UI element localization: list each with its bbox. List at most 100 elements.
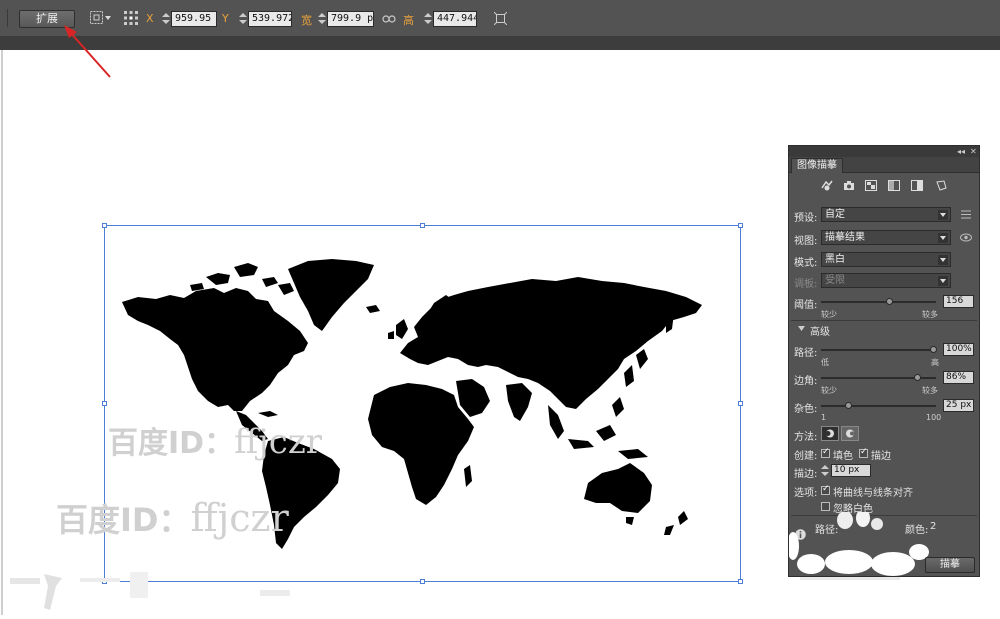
mode-dropdown-caret-icon[interactable]	[938, 255, 948, 265]
noise-value-field[interactable]: 25 px	[943, 399, 974, 412]
ignore-white-checkbox[interactable]	[821, 502, 830, 511]
watermark-2: 百度ID：ffjczr	[56, 495, 289, 541]
high-color-camera-icon[interactable]	[843, 180, 855, 191]
close-panel-icon[interactable]: ✕	[970, 146, 977, 157]
mode-value: 黑白	[825, 254, 845, 265]
collapse-panel-icon[interactable]: ◂◂	[957, 146, 965, 157]
noise-min-label: 1	[821, 413, 827, 422]
stroke-width-field[interactable]: 10 px	[831, 464, 871, 477]
view-label: 视图:	[794, 236, 818, 247]
height-input[interactable]: 447.944	[433, 11, 477, 27]
height-label: 高	[403, 14, 414, 27]
paths-slider-knob[interactable]	[930, 346, 937, 353]
advanced-disclosure-triangle-icon[interactable]	[798, 326, 805, 331]
control-bar-gripper	[0, 9, 8, 27]
watermark-2-id: ffjczr	[190, 496, 289, 540]
y-input[interactable]: 539.972	[248, 11, 292, 27]
noise-max-label: 100	[926, 413, 942, 422]
preset-select[interactable]: 自定	[821, 207, 951, 222]
preset-dropdown-caret-icon[interactable]	[938, 210, 948, 220]
resize-handle-left[interactable]	[102, 401, 107, 406]
preset-label: 预设:	[794, 213, 818, 224]
y-spinner-icon[interactable]	[239, 12, 247, 26]
resize-handle-top-right[interactable]	[738, 223, 743, 228]
noise-slider-knob[interactable]	[845, 402, 852, 409]
mode-select[interactable]: 黑白	[821, 252, 951, 267]
low-color-grid-icon[interactable]	[865, 180, 877, 191]
width-input[interactable]: 799.9 px	[327, 11, 374, 27]
view-dropdown-caret-icon[interactable]	[938, 233, 948, 243]
paths-label: 路径:	[794, 348, 818, 359]
artboard-edge	[1, 50, 3, 615]
mode-label: 模式:	[794, 258, 818, 269]
palette-value: 受限	[825, 275, 845, 286]
reference-point-icon[interactable]	[124, 11, 138, 25]
width-label: 宽	[301, 14, 312, 27]
paths-slider-track[interactable]	[821, 349, 936, 351]
method-abutting-icon[interactable]	[821, 426, 839, 441]
threshold-value-field[interactable]: 156	[943, 295, 974, 308]
constrain-proportions-link-icon[interactable]	[382, 13, 396, 25]
fill-checkbox[interactable]	[821, 447, 830, 458]
document-tab-strip	[0, 37, 1000, 50]
x-input[interactable]: 959.95 px	[171, 11, 217, 27]
image-trace-panel: ◂◂ ✕ 图像描摹 预设: 自定 视图: 描摹结果 模式: 黑白 调板: 受限 …	[788, 145, 980, 577]
palette-dropdown-caret-icon	[938, 276, 948, 286]
corners-slider-knob[interactable]	[914, 374, 921, 381]
palette-label: 调板:	[794, 279, 818, 290]
panel-tab-row: 图像描摹	[789, 157, 979, 173]
corners-max-label: 较多	[922, 386, 938, 395]
threshold-slider-track[interactable]	[821, 301, 936, 303]
view-value: 描摹结果	[825, 232, 865, 243]
watermark-1: 百度ID：ffjczr	[108, 418, 322, 462]
view-select[interactable]: 描摹结果	[821, 230, 951, 245]
threshold-slider-knob[interactable]	[886, 298, 893, 305]
advanced-divider	[791, 320, 977, 321]
palette-select: 受限	[821, 273, 951, 288]
transform-icon[interactable]	[494, 12, 507, 25]
watermark-1-id: ffjczr	[234, 422, 322, 462]
stroke-width-label: 描边:	[794, 469, 818, 480]
align-dropdown-caret-icon[interactable]	[105, 16, 111, 20]
corners-value-field[interactable]: 86%	[943, 371, 974, 384]
threshold-min-label: 较少	[821, 310, 837, 319]
illustrator-window: 扩展 X 959.95 px Y 539.972 宽 799.9 px	[0, 0, 1000, 619]
method-label: 方法:	[794, 432, 818, 443]
resize-handle-top-left[interactable]	[102, 223, 107, 228]
advanced-label[interactable]: 高级	[810, 323, 830, 338]
snap-curves-checkbox[interactable]	[821, 484, 830, 495]
stroke-checkbox[interactable]	[859, 447, 868, 458]
eye-icon[interactable]	[960, 233, 972, 242]
preset-menu-icon[interactable]	[961, 210, 971, 219]
threshold-max-label: 较多	[922, 310, 938, 319]
watermark-2-prefix: 百度ID：	[56, 501, 191, 539]
x-spinner-icon[interactable]	[162, 12, 170, 26]
noise-label: 杂色:	[794, 404, 818, 415]
corners-min-label: 较少	[821, 386, 837, 395]
grayscale-icon[interactable]	[888, 180, 900, 191]
fill-checkbox-label: 填色	[833, 451, 853, 462]
paths-max-label: 高	[931, 358, 939, 367]
snap-curves-label: 将曲线与线条对齐	[833, 488, 913, 499]
paths-min-label: 低	[821, 358, 829, 367]
width-spinner-icon[interactable]	[318, 12, 326, 26]
method-overlapping-icon[interactable]	[841, 426, 859, 441]
stroke-width-spinner-icon[interactable]	[821, 464, 829, 478]
black-and-white-icon[interactable]	[911, 180, 923, 191]
stroke-checkbox-label: 描边	[871, 451, 891, 462]
outline-icon[interactable]	[935, 180, 947, 191]
resize-handle-right[interactable]	[738, 401, 743, 406]
trace-button[interactable]: 描摹	[925, 557, 975, 573]
watermark-1-prefix: 百度ID：	[108, 426, 235, 461]
noise-slider-track[interactable]	[821, 405, 936, 407]
corners-label: 边角:	[794, 376, 818, 387]
resize-handle-top[interactable]	[420, 223, 425, 228]
paths-value-field[interactable]: 100%	[943, 343, 974, 356]
options-label: 选项:	[794, 488, 818, 499]
threshold-label: 阈值:	[794, 300, 818, 311]
tab-image-trace[interactable]: 图像描摹	[791, 158, 843, 173]
preset-value: 自定	[825, 209, 845, 220]
height-spinner-icon[interactable]	[424, 12, 432, 26]
panel-titlebar[interactable]: ◂◂ ✕	[789, 146, 979, 157]
auto-color-preset-icon[interactable]	[821, 180, 833, 191]
